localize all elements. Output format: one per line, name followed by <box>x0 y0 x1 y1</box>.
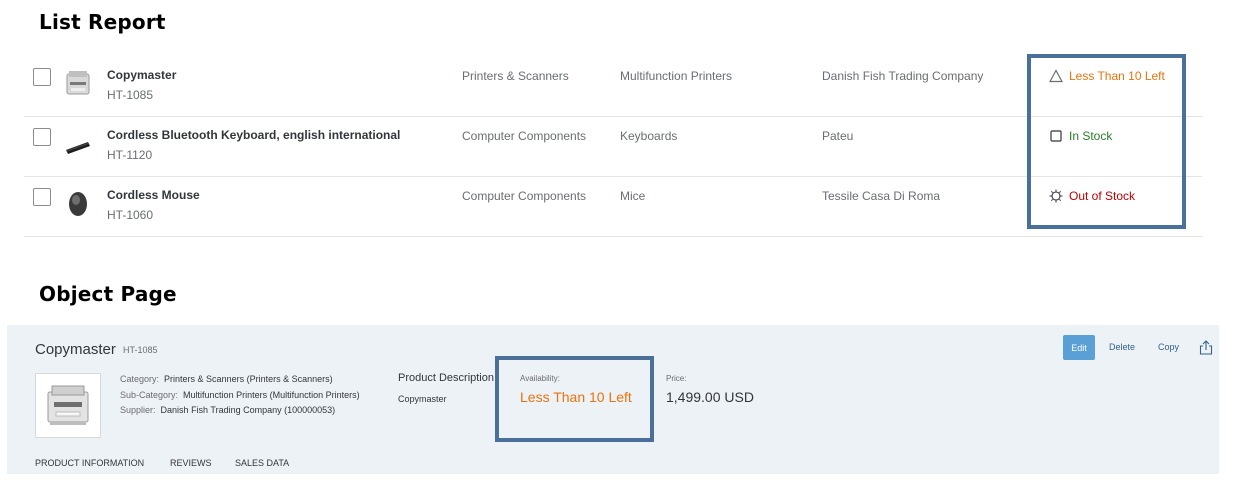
page-title-id: HT-1085 <box>123 345 158 355</box>
share-icon[interactable] <box>1199 340 1213 355</box>
product-category: Computer Components <box>462 129 587 143</box>
category-value: Printers & Scanners (Printers & Scanners… <box>164 374 333 384</box>
product-id: HT-1120 <box>107 148 153 162</box>
supplier-label: Supplier: <box>120 405 156 415</box>
printer-image <box>35 373 101 438</box>
edit-button[interactable]: Edit <box>1063 335 1095 360</box>
table-row[interactable]: Cordless Bluetooth Keyboard, english int… <box>24 117 1202 177</box>
product-sub-category: Multifunction Printers <box>620 69 733 83</box>
product-supplier: Danish Fish Trading Company <box>822 69 984 83</box>
supplier-field: Supplier: Danish Fish Trading Company (1… <box>120 405 335 415</box>
product-sub-category: Mice <box>620 189 646 203</box>
row-checkbox[interactable] <box>33 128 51 146</box>
status-highlight-frame <box>1027 54 1186 229</box>
availability-highlight-frame <box>495 356 654 442</box>
product-category: Computer Components <box>462 189 587 203</box>
tab-sales-data[interactable]: SALES DATA <box>235 458 289 468</box>
sub-category-field: Sub-Category: Multifunction Printers (Mu… <box>120 390 360 400</box>
product-category: Printers & Scanners <box>462 69 569 83</box>
object-page-heading: Object Page <box>39 282 177 306</box>
product-supplier: Pateu <box>822 129 854 143</box>
sub-category-value: Multifunction Printers (Multifunction Pr… <box>183 390 360 400</box>
product-id: HT-1060 <box>107 208 154 222</box>
table-row[interactable]: Cordless Mouse HT-1060 Computer Componen… <box>24 177 1202 237</box>
row-checkbox[interactable] <box>33 188 51 206</box>
price-label: Price: <box>666 374 687 383</box>
category-field: Category: Printers & Scanners (Printers … <box>120 374 333 384</box>
product-id: HT-1085 <box>107 88 154 102</box>
row-checkbox[interactable] <box>33 68 51 86</box>
price-value: 1,499.00 USD <box>666 389 754 405</box>
tab-product-information[interactable]: PRODUCT INFORMATION <box>35 458 144 468</box>
product-name[interactable]: Cordless Mouse <box>107 188 200 202</box>
list-report-heading: List Report <box>39 10 166 34</box>
description-value: Copymaster <box>398 394 447 404</box>
sub-category-label: Sub-Category: <box>120 390 179 400</box>
table-row[interactable]: Copymaster HT-1085 Printers & Scanners M… <box>24 57 1202 117</box>
product-list: Copymaster HT-1085 Printers & Scanners M… <box>24 57 1202 237</box>
product-name[interactable]: Cordless Bluetooth Keyboard, english int… <box>107 128 400 142</box>
product-sub-category: Keyboards <box>620 129 678 143</box>
keyboard-thumbnail <box>66 142 90 154</box>
copy-button[interactable]: Copy <box>1158 342 1179 352</box>
page-title: Copymaster <box>35 341 116 358</box>
product-name[interactable]: Copymaster <box>107 68 176 82</box>
category-label: Category: <box>120 374 160 384</box>
supplier-value[interactable]: Danish Fish Trading Company (100000053) <box>161 405 336 415</box>
mouse-thumbnail <box>69 192 87 216</box>
product-supplier: Tessile Casa Di Roma <box>822 189 941 203</box>
tab-reviews[interactable]: REVIEWS <box>170 458 212 468</box>
description-label: Product Description <box>398 372 494 384</box>
printer-thumbnail <box>66 71 90 95</box>
delete-button[interactable]: Delete <box>1109 342 1135 352</box>
